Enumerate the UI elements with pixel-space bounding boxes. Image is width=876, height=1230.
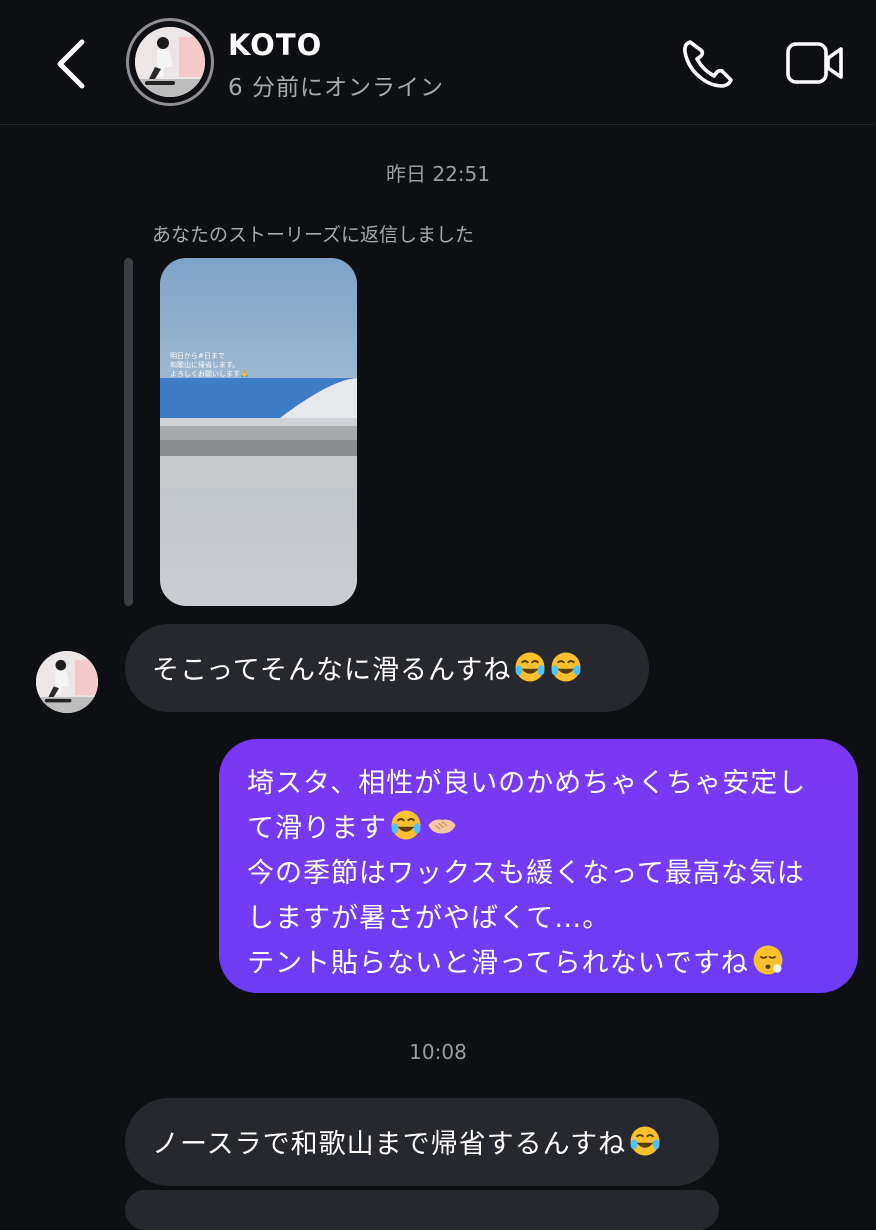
video-call-button[interactable] — [784, 38, 846, 88]
handshake-icon — [425, 808, 459, 842]
video-camera-icon — [786, 42, 843, 84]
message-line: て滑ります — [247, 806, 858, 851]
message-line: しますが暑さがやばくて…。 — [247, 903, 611, 934]
message-text: テント貼らないと滑ってられないですね — [247, 948, 749, 979]
incoming-message[interactable]: ノースラで和歌山まで帰省するんすね — [125, 1098, 719, 1186]
back-button[interactable] — [50, 36, 94, 92]
timestamp: 昨日 22:51 — [386, 162, 490, 186]
reply-quote-bar — [124, 258, 133, 606]
incoming-message[interactable]: そこってそんなに滑るんすね — [125, 624, 649, 712]
message-line: 埼スタ、相性が良いのかめちゃくちゃ安定し — [247, 768, 807, 799]
incoming-message[interactable] — [125, 1190, 719, 1230]
message-line: 今の季節はワックスも緩くなって最高な気は — [247, 858, 805, 889]
chevron-left-icon — [57, 39, 85, 89]
message-line: テント貼らないと滑ってられないですね — [247, 941, 858, 986]
face-with-tears-of-joy-icon — [549, 650, 583, 684]
face-with-tears-of-joy-icon — [389, 808, 423, 842]
message-text: そこってそんなに滑るんすね — [152, 655, 512, 686]
face-with-tears-of-joy-icon — [628, 1124, 662, 1158]
story-thumbnail[interactable]: 明日から#日まで 和歌山に帰省します。 よろしくお願いします🙏 — [160, 258, 357, 606]
story-caption: 明日から#日まで 和歌山に帰省します。 よろしくお願いします🙏 — [170, 352, 249, 378]
sender-avatar[interactable] — [36, 651, 98, 713]
contact-avatar[interactable] — [126, 18, 214, 106]
outgoing-message[interactable]: 埼スタ、相性が良いのかめちゃくちゃ安定し て滑ります 今の季節はワックスも緩くな… — [219, 739, 858, 993]
phone-icon — [683, 40, 733, 88]
weary-face-icon — [751, 943, 785, 977]
story-reply-note: あなたのストーリーズに返信しました — [152, 224, 475, 246]
timestamp: 10:08 — [409, 1040, 467, 1064]
avatar-photo — [135, 27, 205, 97]
audio-call-button[interactable] — [678, 36, 738, 92]
chat-header: KOTO 6 分前にオンライン — [0, 0, 876, 125]
message-text: ノースラで和歌山まで帰省するんすね — [152, 1129, 627, 1160]
message-text: て滑ります — [247, 813, 387, 844]
online-status: 6 分前にオンライン — [228, 75, 444, 101]
face-with-tears-of-joy-icon — [513, 650, 547, 684]
contact-name[interactable]: KOTO — [228, 28, 322, 62]
